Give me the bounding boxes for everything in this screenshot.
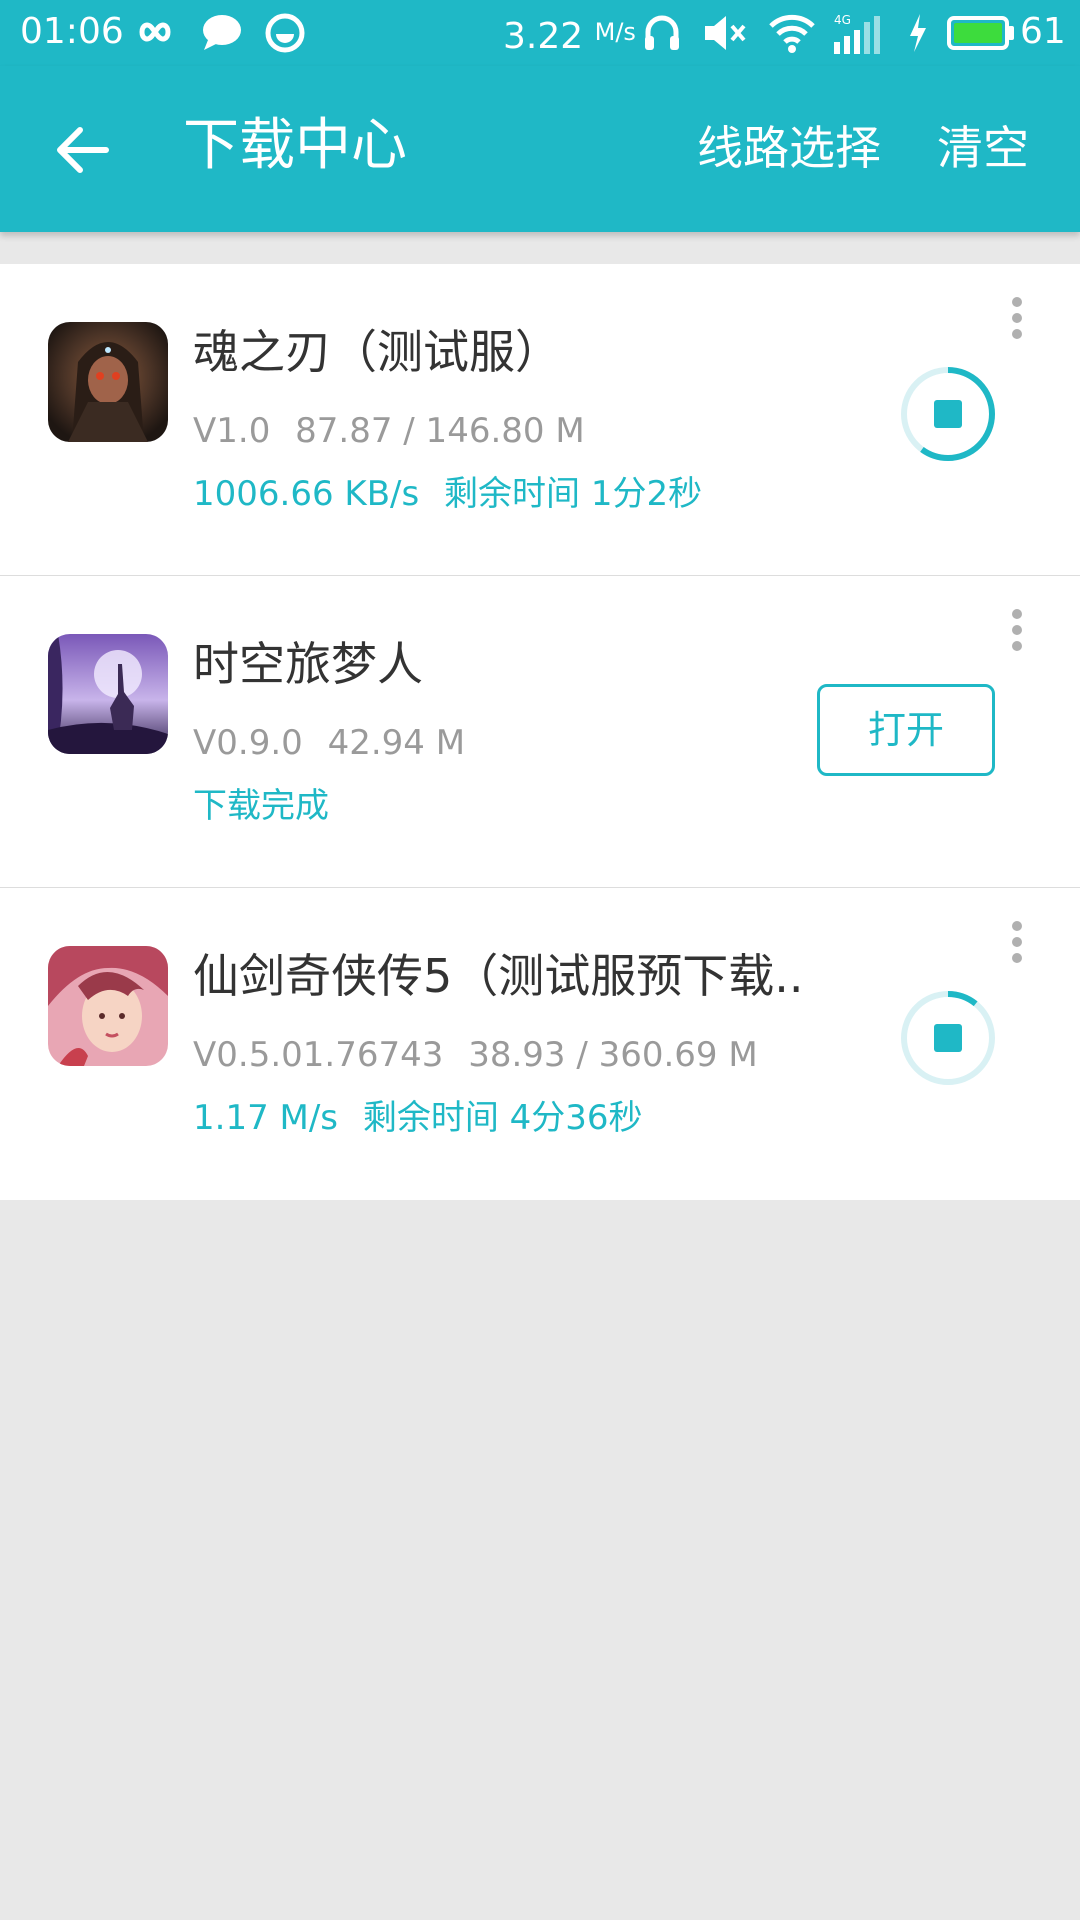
infinity-icon [130, 12, 180, 56]
download-complete-status: 下载完成 [193, 786, 329, 826]
mute-icon [702, 12, 748, 58]
app-name: 时空旅梦人 [193, 637, 423, 691]
app-meta: V0.5.01.76743 38.93 / 360.69 M [193, 1033, 758, 1077]
more-vertical-icon [1012, 297, 1022, 339]
network-speed-value: 3.22 [503, 16, 584, 57]
remaining-time: 剩余时间 1分2秒 [444, 474, 703, 514]
battery-level: 61 [1020, 11, 1066, 52]
network-speed-unit: M/s [594, 18, 636, 46]
chat-bubble-icon [200, 12, 244, 56]
open-app-button[interactable]: 打开 [817, 684, 995, 776]
stop-progress-icon [901, 991, 995, 1085]
wifi-icon [767, 12, 817, 58]
app-version: V0.5.01.76743 [193, 1035, 444, 1075]
smiley-icon [264, 12, 306, 58]
download-speed: 1.17 M/s [193, 1098, 339, 1138]
route-select-button[interactable]: 线路选择 [697, 116, 881, 180]
app-name: 魂之刃（测试服） [193, 325, 561, 379]
app-size: 87.87 / 146.80 M [295, 411, 585, 451]
pause-download-button[interactable] [898, 364, 998, 464]
page-title: 下载中心 [183, 113, 407, 178]
stop-progress-icon [901, 367, 995, 461]
more-vertical-icon [1012, 921, 1022, 963]
charging-icon [906, 12, 930, 58]
download-speed: 1006.66 KB/s [193, 474, 420, 514]
download-item[interactable]: 魂之刃（测试服） V1.0 87.87 / 146.80 M 1006.66 K… [0, 264, 1080, 576]
app-size: 38.93 / 360.69 M [468, 1035, 758, 1075]
remaining-time: 剩余时间 4分36秒 [362, 1098, 643, 1138]
app-status: 1.17 M/s 剩余时间 4分36秒 [193, 1096, 643, 1140]
pause-download-button[interactable] [898, 988, 998, 1088]
battery-icon [946, 12, 1016, 58]
app-icon-shikonglvmengren [48, 634, 168, 754]
svg-text:4G: 4G [834, 13, 851, 27]
more-options-button[interactable] [1000, 918, 1034, 966]
clear-button[interactable]: 清空 [937, 116, 1029, 180]
app-meta: V1.0 87.87 / 146.80 M [193, 409, 585, 453]
more-vertical-icon [1012, 609, 1022, 651]
app-name: 仙剑奇侠传5（测试服预下载.. [193, 949, 804, 1003]
download-list: 魂之刃（测试服） V1.0 87.87 / 146.80 M 1006.66 K… [0, 264, 1080, 1200]
back-button[interactable] [50, 118, 120, 182]
more-options-button[interactable] [1000, 606, 1034, 654]
more-options-button[interactable] [1000, 294, 1034, 342]
status-bar: 01:06 3.22 M/s 4G 61 [0, 0, 1080, 66]
app-icon-hunzhiren [48, 322, 168, 442]
app-bar: 下载中心 线路选择 清空 [0, 66, 1080, 232]
download-item[interactable]: 仙剑奇侠传5（测试服预下载.. V0.5.01.76743 38.93 / 36… [0, 888, 1080, 1200]
network-speed: 3.22 M/s [503, 10, 636, 59]
download-item[interactable]: 时空旅梦人 V0.9.0 42.94 M 下载完成 打开 [0, 576, 1080, 888]
app-version: V1.0 [193, 411, 271, 451]
app-version: V0.9.0 [193, 723, 303, 763]
app-meta: V0.9.0 42.94 M [193, 721, 465, 765]
app-size: 42.94 M [327, 723, 466, 763]
app-icon-xianjian5 [48, 946, 168, 1066]
status-time: 01:06 [20, 11, 124, 52]
headphones-icon [642, 12, 682, 58]
app-status: 1006.66 KB/s 剩余时间 1分2秒 [193, 472, 702, 516]
back-arrow-icon [57, 127, 109, 173]
signal-4g-icon: 4G [832, 12, 890, 60]
